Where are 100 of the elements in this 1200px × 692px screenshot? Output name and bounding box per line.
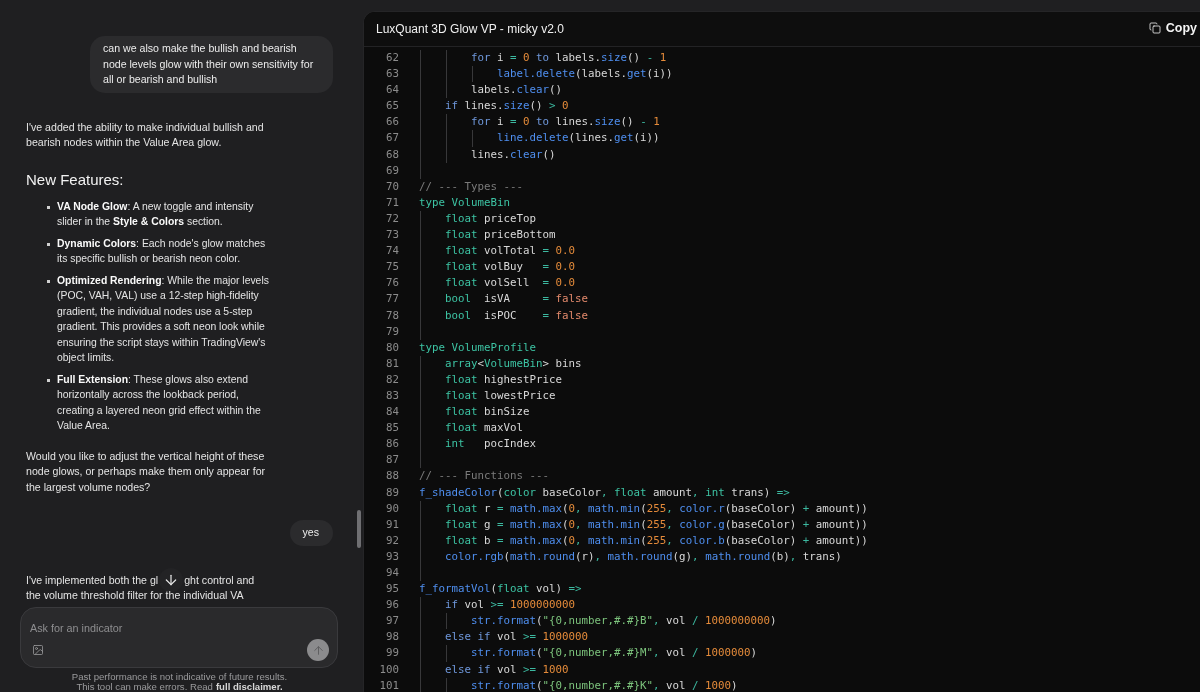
list-item: Dynamic Colors: Each node's glow matches its specific bullish or bearish neon color.: [57, 236, 267, 266]
code-line: else if vol >= 1000: [445, 662, 569, 676]
code-line: str.format("{0,number,#.#}M", vol / 1000000): [471, 646, 758, 660]
code-line: float volBuy = 0.0: [445, 260, 576, 274]
list-item: VA Node Glow: A new toggle and intensity slider in the Style & Colors section.: [57, 199, 255, 229]
line-number: 95: [385, 581, 399, 598]
list-item: Optimized Rendering: While the major levels (POC, VAH, VAL) use a 12-step high-fidelity gradient, the individual nodes use a 5-step gradient. This provides a soft neon look while ensuring the script stays within TradingView's object limits.: [57, 273, 270, 365]
bullet-icon: [47, 242, 50, 246]
code-line: if lines.size() > 0: [445, 99, 569, 113]
line-number: 87: [385, 452, 399, 469]
line-number: 89: [385, 484, 399, 501]
line-number: 84: [385, 404, 399, 421]
line-number: 100: [378, 661, 399, 678]
line-number: 75: [385, 259, 399, 276]
code-line: bool isVA = false: [445, 292, 589, 306]
assistant-message: I've added the ability to make individual bullish and bearish nodes within the Value Area glow.: [26, 119, 265, 150]
code-line: line.delete(lines.get(i)): [497, 131, 660, 145]
indent-guide: [472, 130, 473, 147]
line-number: 62: [385, 50, 399, 66]
code-line: float r = math.max(0, math.min(255, color.r(baseColor) + amount)): [445, 501, 868, 515]
code-line: else if vol >= 1000000: [445, 630, 589, 644]
send-button[interactable]: [307, 639, 329, 661]
list-item: Full Extension: These glows also extend horizontally across the lookback period, creating a layered neon grid effect within the Value Area.: [57, 372, 262, 433]
code-line: float highestPrice: [445, 372, 563, 386]
line-number: 69: [385, 162, 399, 179]
line-number: 81: [385, 355, 399, 372]
code-line: str.format("{0,number,#.#}B", vol / 1000000000): [471, 614, 777, 628]
message-input[interactable]: Ask for an indicator: [30, 620, 250, 636]
code-line: lines.clear(): [471, 147, 556, 161]
section-heading: New Features:: [26, 170, 125, 189]
code-line: float b = math.max(0, math.min(255, color.b(baseColor) + amount)): [445, 533, 868, 547]
line-number: 85: [385, 420, 399, 437]
line-number: 80: [385, 339, 399, 356]
line-number: 101: [378, 677, 399, 692]
line-number: 71: [385, 194, 399, 211]
line-number: 99: [385, 645, 399, 662]
line-number: 73: [385, 227, 399, 244]
line-number: 92: [385, 532, 399, 549]
assistant-message: ght control and: [184, 572, 255, 588]
line-number: 64: [385, 82, 399, 99]
bullet-icon: [47, 279, 50, 283]
code-line: float lowestPrice: [445, 388, 556, 402]
code-line: float binSize: [445, 405, 530, 419]
line-number: 93: [385, 548, 399, 565]
code-line: float volTotal = 0.0: [445, 244, 576, 258]
code-line: label.delete(labels.get(i)): [497, 67, 673, 81]
disclaimer-text: Past performance is not indicative of future results.: [70, 672, 289, 682]
code-line: array<VolumeBin> bins: [445, 356, 582, 370]
line-number: 72: [385, 210, 399, 227]
code-line: // --- Types ---: [419, 179, 523, 193]
assistant-message: the volume threshold filter for the individual VA: [26, 588, 244, 603]
code-line: float priceBottom: [445, 228, 556, 242]
line-number: 88: [385, 468, 399, 485]
line-number: 76: [385, 275, 399, 292]
line-number: 91: [385, 516, 399, 533]
code-line: labels.clear(): [471, 83, 563, 97]
indent-guide: [446, 613, 447, 630]
code-line: if vol >= 1000000000: [445, 598, 576, 612]
line-number: 79: [385, 323, 399, 340]
line-number: 98: [385, 629, 399, 646]
code-line: str.format("{0,number,#.#}K", vol / 1000): [471, 678, 738, 692]
code-line: f_shadeColor(color baseColor, float amount, int trans) =>: [419, 485, 790, 499]
assistant-message: Would you like to adjust the vertical height of these node glows, or perhaps make them only appear for the largest volume nodes?: [26, 448, 267, 495]
code-line: for i = 0 to lines.size() - 1: [471, 115, 660, 129]
code-line: float g = math.max(0, math.min(255, color.g(baseColor) + amount)): [445, 517, 868, 531]
disclaimer-text: This tool can make errors. Read: [76, 682, 213, 692]
line-number: 63: [385, 66, 399, 83]
copy-icon: [1148, 22, 1161, 34]
line-number: 94: [385, 565, 399, 581]
line-number: 74: [385, 243, 399, 260]
line-number: 70: [385, 178, 399, 195]
code-line: float maxVol: [445, 421, 524, 435]
code-line: color.rgb(math.round(r), math.round(g), math.round(b), trans): [445, 549, 842, 563]
bullet-icon: [47, 205, 50, 209]
code-line: type VolumeBin: [419, 195, 510, 209]
line-number: 77: [385, 291, 399, 308]
line-number: 83: [385, 387, 399, 404]
code-line: float volSell = 0.0: [445, 276, 576, 290]
image-icon[interactable]: [32, 644, 44, 656]
copy-button[interactable]: Copy: [1144, 21, 1200, 35]
code-line: float priceTop: [445, 211, 537, 225]
code-line: f_formatVol(float vol) =>: [419, 582, 582, 596]
assistant-message: I've implemented both the gl: [26, 572, 159, 588]
bullet-icon: [47, 378, 50, 382]
line-number: 82: [385, 371, 399, 388]
line-number: 86: [385, 436, 399, 453]
code-title: LuxQuant 3D Glow VP - micky v2.0: [376, 22, 564, 36]
line-number: 78: [385, 307, 399, 324]
code-line: for i = 0 to labels.size() - 1: [471, 51, 667, 64]
line-number: 67: [385, 130, 399, 147]
code-line: int pocIndex: [445, 437, 537, 451]
line-number: 68: [385, 146, 399, 163]
code-line: bool isPOC = false: [445, 308, 589, 322]
code-line: // --- Functions ---: [419, 469, 549, 483]
disclaimer-link[interactable]: full disclaimer.: [215, 682, 283, 692]
code-line: type VolumeProfile: [419, 340, 536, 354]
scrollbar-thumb[interactable]: [357, 510, 361, 548]
line-number: 66: [385, 114, 399, 131]
user-message: can we also make the bullish and bearish node levels glow with their own sensitivity for all or bearish and bullish: [90, 36, 333, 93]
arrow-up-icon: [311, 643, 325, 657]
